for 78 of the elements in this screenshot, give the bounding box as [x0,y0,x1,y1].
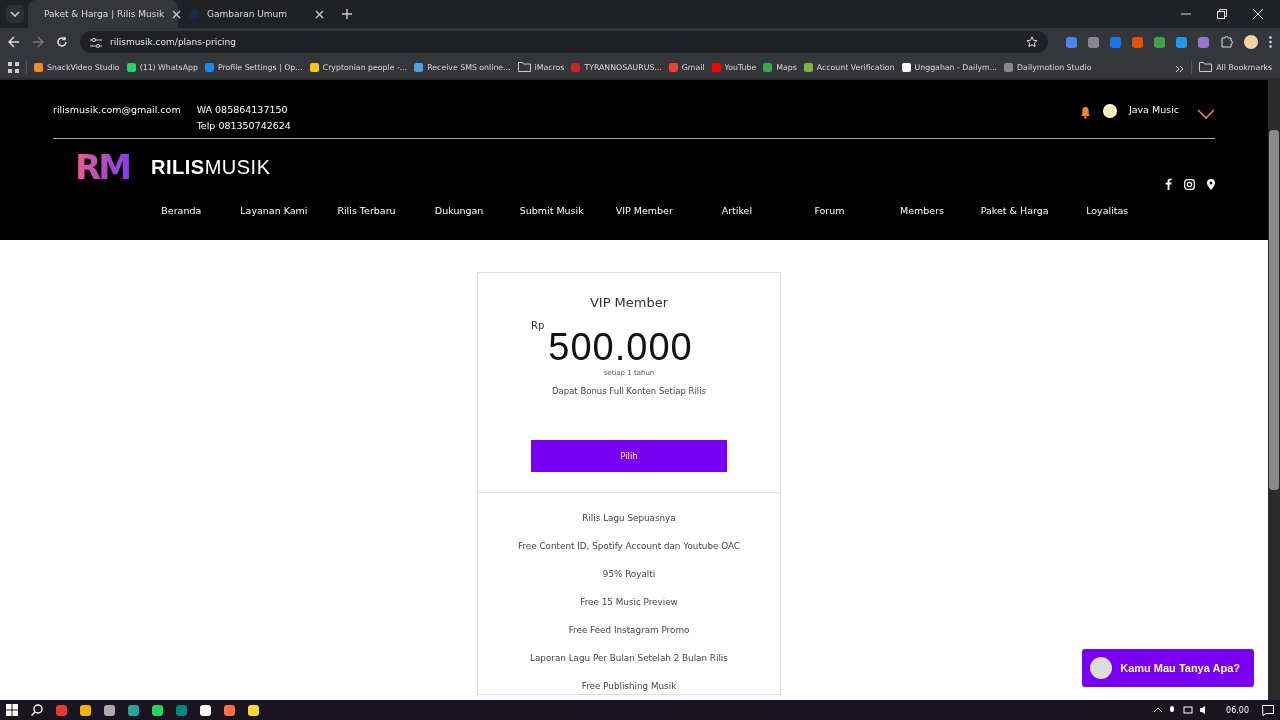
instagram-icon[interactable] [1184,178,1195,190]
folder-icon [517,62,531,72]
taskbar-app-icon[interactable] [128,704,139,716]
favicon-icon [204,62,214,72]
extension-icon[interactable] [1176,36,1187,48]
logo-wordmark[interactable]: RILISMUSIK [151,155,271,179]
extension-icon[interactable] [1088,36,1099,48]
extension-icon[interactable] [1110,36,1121,48]
favicon-icon [901,62,911,72]
favicon-icon [414,62,424,72]
select-plan-button[interactable]: Pilih [531,440,727,472]
chat-button[interactable]: Kamu Mau Tanya Apa? [1082,649,1254,687]
nav-link[interactable]: Beranda [135,205,228,216]
taskbar-app-icon[interactable] [80,704,91,716]
clock-time: 06.00 [1226,705,1249,715]
user-avatar[interactable] [1102,104,1117,118]
nav-link[interactable]: Layanan Kami [227,205,321,216]
tab-list-icon[interactable] [10,11,20,17]
favicon-icon [126,62,136,72]
browser-tab[interactable]: Gambaran Umum [182,0,332,28]
favicon-icon [190,9,199,19]
facebook-icon[interactable] [1165,178,1172,190]
plan-feature: 95% Royalti [602,569,656,581]
close-icon[interactable] [172,9,182,19]
email-text: rilismusik.com@gmail.com [53,104,181,115]
forward-icon[interactable] [32,36,44,48]
taskbar-app-icon[interactable] [104,704,115,716]
taskbar-app-icon[interactable] [200,704,211,716]
taskbar-app-icon[interactable] [152,704,163,716]
favicon-icon [34,62,43,72]
address-bar[interactable]: rilismusik.com/plans-pricing [80,31,1048,53]
user-name[interactable]: Java Music [1128,104,1179,115]
search-icon[interactable] [31,704,43,716]
plan-feature: Free Content ID, Spotify Account dan Youtube OAC [518,541,740,553]
favicon-icon [803,62,813,72]
favicon-icon [711,62,721,72]
taskbar-app-icon[interactable] [248,704,259,716]
folder-icon [1199,62,1213,72]
plan-description: Dapat Bonus Full Konten Setiap Rilis [552,386,706,396]
plan-feature: Free 15 Music Preview [580,597,678,609]
close-icon[interactable] [315,9,324,19]
notification-icon[interactable] [1262,704,1274,716]
plan-title: VIP Member [589,295,669,310]
extension-icon[interactable] [1198,36,1209,48]
phone-number: Telp 081350742624 [196,120,291,131]
plan-feature: Free Feed Instagram Promo [568,625,690,637]
scrollbar-thumb[interactable] [1269,130,1279,490]
plan-price: 500.000 [548,326,693,369]
extension-icon[interactable] [1132,36,1143,48]
browser-tab[interactable]: Paket & Harga | Rilis Musik [28,0,178,28]
reload-icon[interactable] [56,36,68,48]
currency-label: Rp [531,320,545,331]
profile-avatar[interactable] [1244,35,1258,49]
plan-feature: Laporan Lagu Per Bulan Setelah 2 Bulan Rilis [530,653,728,665]
nav-link[interactable]: Loyalitas [1060,205,1154,216]
back-icon[interactable] [8,36,20,48]
nav-link[interactable]: Forum [783,205,876,216]
nav-link[interactable]: Submit Musik [505,205,598,216]
plan-feature: Rilis Lagu Sepuasnya [582,513,676,525]
taskbar-app-icon[interactable] [224,704,235,716]
nav-link[interactable]: VIP Member [597,205,691,216]
favicon-icon [571,62,581,72]
nav-link[interactable]: Dukungan [412,205,506,216]
nav-link[interactable]: Artikel [690,205,784,216]
plan-feature: Free Publishing Musik [581,681,677,693]
favicon-icon [668,62,678,72]
favicon-icon [763,62,773,72]
nav-link[interactable]: Paket & Harga [968,205,1061,216]
whatsapp-number: WA 085864137150 [196,104,289,115]
nav-link[interactable]: Members [875,205,969,216]
location-pin-icon[interactable] [1207,178,1215,190]
extension-icon[interactable] [1066,36,1077,48]
nav-link[interactable]: Rilis Terbaru [320,205,413,216]
chat-avatar [1090,657,1113,679]
extension-icon[interactable] [1154,36,1165,48]
favicon-icon [1004,62,1014,72]
favicon-icon [309,62,319,72]
windows-start-icon[interactable] [6,704,18,716]
